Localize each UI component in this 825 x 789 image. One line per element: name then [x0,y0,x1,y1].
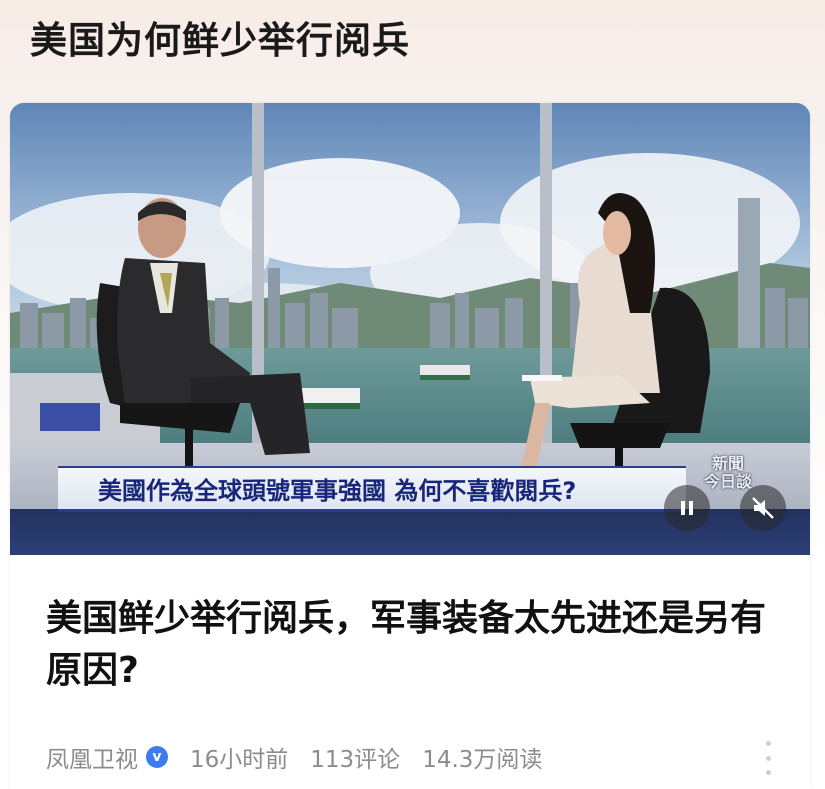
caption-text: 美國作為全球頭號軍事強國 為何不喜歡閱兵? [98,477,577,505]
channel-logo-line1: 新聞 [711,454,744,473]
video-player[interactable]: 美國作為全球頭號軍事強國 為何不喜歡閱兵? 新聞 今日談 [10,103,810,555]
comment-count: 113评论 [310,747,401,773]
publish-time: 16小时前 [190,747,289,773]
mute-button[interactable] [740,485,786,531]
article-meta: 凤凰卫视 v 16小时前 113评论 14.3万阅读 [46,740,564,774]
read-count: 14.3万阅读 [422,747,543,773]
pause-button[interactable] [664,485,710,531]
lower-third-caption: 美國作為全球頭號軍事強國 為何不喜歡閱兵? [58,466,686,512]
channel-logo-line2: 今日談 [703,472,752,491]
page-title: 美国为何鲜少举行阅兵 [30,19,410,62]
mute-icon [752,497,774,519]
source-name[interactable]: 凤凰卫视 [46,740,138,774]
more-options-icon[interactable] [758,741,778,775]
verified-badge-icon: v [146,746,168,768]
dot [765,741,771,746]
pause-icon [681,501,693,515]
dot [765,770,771,775]
article-card[interactable]: 美國作為全球頭號軍事強國 為何不喜歡閱兵? 新聞 今日談 美国鲜少举行阅兵，军事… [10,103,810,789]
dot [765,755,771,761]
article-headline[interactable]: 美国鲜少举行阅兵，军事装备太先进还是另有原因? [46,593,786,697]
